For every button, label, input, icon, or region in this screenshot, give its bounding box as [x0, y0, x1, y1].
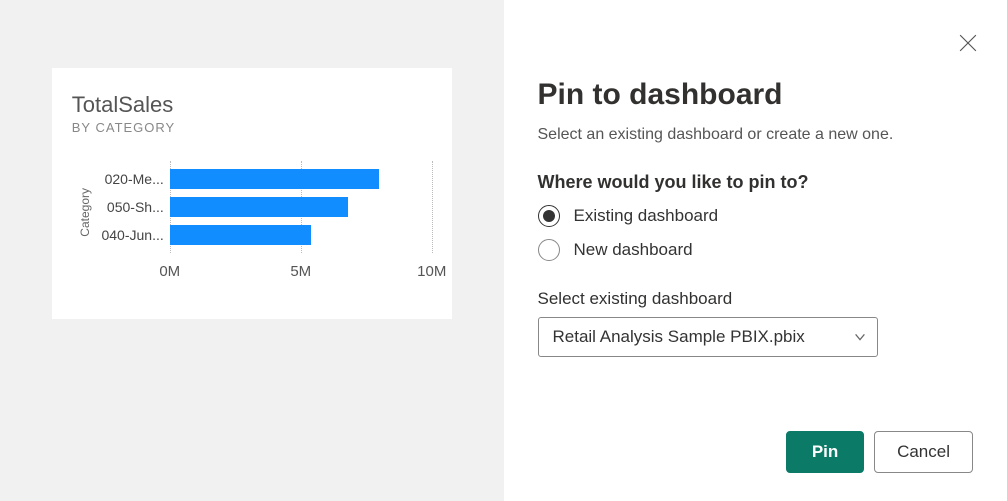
category-labels: 020-Me... 050-Sh... 040-Jun...	[92, 165, 170, 289]
radio-label: New dashboard	[574, 240, 693, 260]
dialog-footer: Pin Cancel	[538, 431, 974, 473]
bars-area: 0M 5M 10M	[170, 165, 432, 289]
select-dashboard-label: Select existing dashboard	[538, 289, 974, 309]
bar	[170, 225, 311, 245]
chart-card: TotalSales By Category Category 020-Me..…	[52, 68, 452, 319]
chart-body: Category 020-Me... 050-Sh... 040-Jun...	[72, 165, 432, 289]
y-axis-title: Category	[72, 188, 92, 237]
radio-existing-dashboard[interactable]: Existing dashboard	[538, 205, 974, 227]
radio-new-dashboard[interactable]: New dashboard	[538, 239, 974, 261]
bar	[170, 197, 348, 217]
category-label: 050-Sh...	[92, 193, 170, 221]
radio-checked-icon	[538, 205, 560, 227]
x-tick: 0M	[159, 263, 180, 280]
pin-target-question: Where would you like to pin to?	[538, 172, 974, 193]
x-tick: 5M	[290, 263, 311, 280]
chart-title: TotalSales	[72, 92, 432, 118]
category-label: 020-Me...	[92, 165, 170, 193]
chevron-down-icon	[853, 330, 867, 344]
x-tick: 10M	[417, 263, 446, 280]
chart-subtitle: By Category	[72, 120, 432, 135]
category-label: 040-Jun...	[92, 221, 170, 249]
bar	[170, 169, 380, 189]
dialog-title: Pin to dashboard	[538, 78, 974, 112]
pin-button[interactable]: Pin	[786, 431, 864, 473]
dialog-description: Select an existing dashboard or create a…	[538, 126, 974, 144]
dialog-pane: Pin to dashboard Select an existing dash…	[504, 0, 1007, 501]
cancel-button[interactable]: Cancel	[874, 431, 973, 473]
preview-pane: TotalSales By Category Category 020-Me..…	[0, 0, 504, 501]
x-axis-ticks: 0M 5M 10M	[170, 259, 432, 289]
radio-label: Existing dashboard	[574, 206, 719, 226]
select-value: Retail Analysis Sample PBIX.pbix	[553, 327, 805, 347]
radio-unchecked-icon	[538, 239, 560, 261]
close-icon[interactable]	[959, 34, 977, 52]
dashboard-select[interactable]: Retail Analysis Sample PBIX.pbix	[538, 317, 878, 357]
